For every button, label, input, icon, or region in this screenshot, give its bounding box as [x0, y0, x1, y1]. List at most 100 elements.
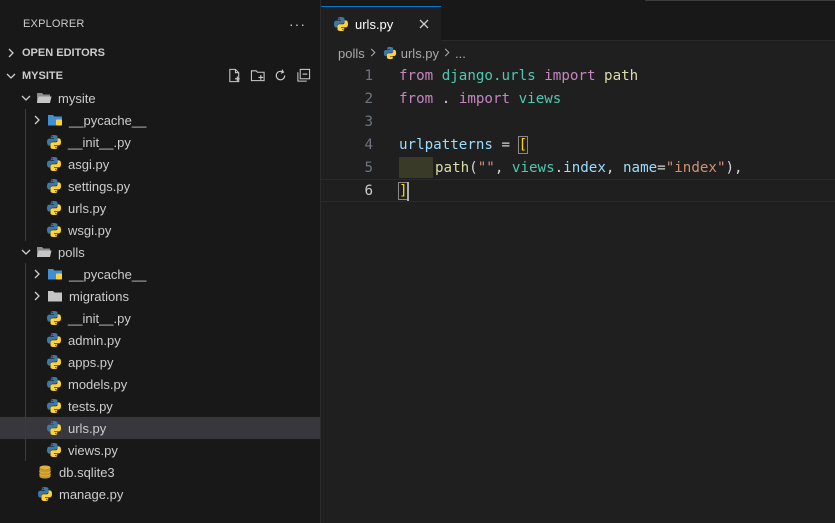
chevron-right-icon: [0, 48, 22, 58]
code-editor[interactable]: 1 from django.urls import path 2 from . …: [321, 64, 835, 202]
tree-item-label: polls: [58, 244, 85, 260]
project-section[interactable]: MYSITE: [0, 65, 320, 87]
new-folder-icon[interactable]: [249, 67, 266, 84]
tree-item-label: admin.py: [68, 332, 121, 348]
python-file-icon: [46, 442, 62, 458]
tree-folder-pycache[interactable]: __pycache__: [0, 109, 320, 131]
tree-file[interactable]: urls.py: [0, 417, 320, 439]
folder-open-icon: [36, 90, 52, 106]
code-line-current: 6 ]: [321, 179, 835, 202]
tree-folder-migrations[interactable]: migrations: [0, 285, 320, 307]
file-tree: mysite __pycache__ __init__.py asgi.py setti…: [0, 87, 320, 505]
tree-item-label: migrations: [69, 288, 129, 304]
tree-file[interactable]: db.sqlite3: [0, 461, 320, 483]
database-icon: [37, 464, 53, 480]
python-file-icon: [37, 486, 53, 502]
tree-item-label: models.py: [68, 376, 128, 392]
tree-file[interactable]: manage.py: [0, 483, 320, 505]
python-file-icon: [46, 420, 62, 436]
tree-file[interactable]: views.py: [0, 439, 320, 461]
tree-file[interactable]: urls.py: [0, 197, 320, 219]
python-file-icon: [46, 376, 62, 392]
indent-guide: [25, 109, 26, 131]
python-file-icon: [46, 178, 62, 194]
folder-open-icon: [36, 244, 52, 260]
tree-item-label: urls.py: [68, 420, 107, 436]
refresh-icon[interactable]: [272, 67, 289, 84]
tree-file[interactable]: admin.py: [0, 329, 320, 351]
line-number: 1: [364, 67, 373, 84]
chevron-right-icon: [29, 112, 45, 128]
open-editors-label: OPEN EDITORS: [22, 47, 105, 59]
pycache-folder-icon: [47, 112, 63, 128]
new-file-icon[interactable]: [226, 67, 243, 84]
breadcrumb-folder[interactable]: polls: [338, 46, 365, 61]
explorer-actions: [226, 67, 312, 84]
tree-item-label: __pycache__: [69, 266, 147, 282]
breadcrumb-tail[interactable]: ...: [455, 46, 466, 61]
collapse-all-icon[interactable]: [295, 67, 312, 84]
tree-item-label: __pycache__: [69, 112, 147, 128]
tree-item-label: mysite: [58, 90, 96, 106]
chevron-down-icon: [18, 90, 34, 106]
tree-file[interactable]: settings.py: [0, 175, 320, 197]
code-text: from . import views: [399, 90, 562, 107]
code-line: 5 path("", views.index, name="index"),: [321, 156, 835, 179]
line-number: 5: [364, 159, 373, 176]
chevron-right-icon: [29, 266, 45, 282]
tree-item-label: manage.py: [59, 486, 124, 502]
tree-file[interactable]: asgi.py: [0, 153, 320, 175]
python-file-icon: [46, 310, 62, 326]
indent-guide: [25, 219, 26, 241]
more-actions-icon[interactable]: ···: [289, 16, 306, 32]
code-text: path("", views.index, name="index"),: [435, 159, 743, 176]
python-file-icon: [46, 156, 62, 172]
code-line: 2 from . import views: [321, 87, 835, 110]
tree-folder-polls[interactable]: polls: [0, 241, 320, 263]
chevron-right-icon: [29, 288, 45, 304]
indent-guide: [25, 439, 26, 461]
tree-item-label: __init__.py: [68, 310, 131, 326]
indent-guide: [25, 263, 26, 285]
tree-file[interactable]: __init__.py: [0, 131, 320, 153]
python-file-icon: [46, 332, 62, 348]
tab-urls-py[interactable]: urls.py: [321, 6, 441, 41]
indent-guide: [25, 351, 26, 373]
python-file-icon: [46, 354, 62, 370]
tree-file[interactable]: models.py: [0, 373, 320, 395]
python-file-icon: [46, 200, 62, 216]
tree-item-label: apps.py: [68, 354, 114, 370]
indent-guide: [25, 175, 26, 197]
indent-guide: [25, 153, 26, 175]
editor-area: urls.py polls urls.py ... 1 from django.…: [321, 0, 835, 523]
tree-item-label: asgi.py: [68, 156, 110, 172]
chevron-down-icon: [18, 244, 34, 260]
open-editors-section[interactable]: OPEN EDITORS: [0, 42, 320, 64]
tree-folder-mysite[interactable]: mysite: [0, 87, 320, 109]
code-text: urlpatterns = [: [399, 135, 529, 154]
indent-guide: [25, 197, 26, 219]
line-number: 4: [364, 136, 373, 153]
tree-item-label: tests.py: [68, 398, 113, 414]
chevron-down-icon: [0, 71, 22, 81]
chevron-right-icon: [369, 46, 377, 60]
tree-folder-pycache[interactable]: __pycache__: [0, 263, 320, 285]
tree-file[interactable]: apps.py: [0, 351, 320, 373]
pycache-folder-icon: [47, 266, 63, 282]
line-number: 2: [364, 90, 373, 107]
line-number: 3: [364, 113, 373, 130]
breadcrumb-file[interactable]: urls.py: [401, 46, 439, 61]
code-line: 3: [321, 110, 835, 133]
chevron-right-icon: [443, 46, 451, 60]
text-cursor: [407, 182, 409, 201]
python-file-icon: [333, 16, 349, 32]
indent-guide: [25, 285, 26, 307]
close-icon[interactable]: [415, 15, 433, 33]
tree-file[interactable]: wsgi.py: [0, 219, 320, 241]
folder-icon: [47, 288, 63, 304]
tree-file[interactable]: __init__.py: [0, 307, 320, 329]
explorer-sidebar: EXPLORER ··· OPEN EDITORS MYSITE mysite …: [0, 0, 321, 523]
indent-guide: [25, 307, 26, 329]
tree-item-label: views.py: [68, 442, 118, 458]
tree-file[interactable]: tests.py: [0, 395, 320, 417]
